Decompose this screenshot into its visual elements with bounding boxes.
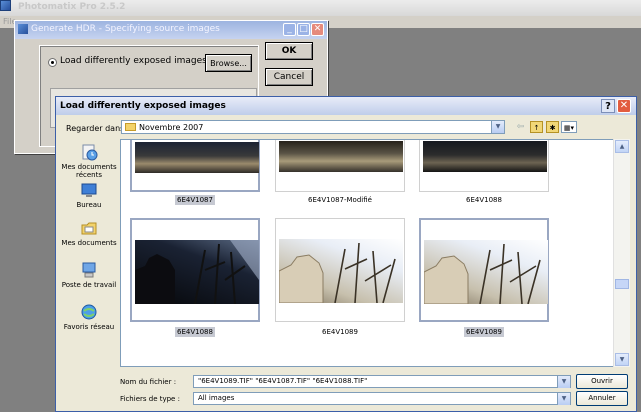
help-button[interactable]: ? bbox=[601, 99, 615, 113]
load-radio-label[interactable]: Load differently exposed images bbox=[60, 56, 207, 66]
thumbnail-frame bbox=[419, 218, 549, 322]
network-places-icon bbox=[81, 304, 97, 320]
place-label: Favoris réseau bbox=[63, 323, 115, 331]
close-icon[interactable]: ✕ bbox=[311, 23, 324, 36]
look-in-value: Novembre 2007 bbox=[139, 123, 204, 132]
load-radio[interactable] bbox=[48, 58, 57, 67]
thumbnail-frame bbox=[130, 218, 260, 322]
desktop-icon bbox=[81, 183, 97, 197]
place-desktop[interactable]: Bureau bbox=[60, 181, 118, 209]
thumbnail-frame bbox=[419, 140, 549, 192]
places-bar: Mes documents récents Bureau Mes documen… bbox=[60, 139, 118, 369]
place-recent-documents[interactable]: Mes documents récents bbox=[60, 143, 118, 179]
file-tile[interactable]: 6E4V1089 bbox=[419, 218, 549, 342]
load-dialog-title: Load differently exposed images bbox=[60, 101, 226, 111]
file-tile[interactable]: 6E4V1088 bbox=[130, 218, 260, 342]
thumbnail-image bbox=[423, 141, 547, 172]
folder-icon bbox=[125, 123, 136, 131]
place-label: Poste de travail bbox=[61, 281, 117, 289]
thumbnail-image bbox=[279, 141, 403, 172]
file-tile[interactable]: 6E4V1088 bbox=[419, 140, 549, 204]
recent-documents-icon bbox=[82, 144, 98, 161]
filename-input[interactable]: "6E4V1089.TIF" "6E4V1087.TIF" "6E4V1088.… bbox=[193, 375, 571, 388]
browse-button[interactable]: Browse... bbox=[205, 54, 252, 72]
app-title: Photomatix Pro 2.5.2 bbox=[18, 2, 126, 12]
thumbnail-frame bbox=[130, 140, 260, 192]
place-label: Mes documents bbox=[61, 239, 117, 247]
filetype-select[interactable]: All images ▼ bbox=[193, 392, 571, 405]
chevron-down-icon[interactable]: ▼ bbox=[557, 376, 570, 388]
back-arrow-icon[interactable]: ⇦ bbox=[514, 121, 527, 133]
generate-hdr-title-bar: Generate HDR - Specifying source images … bbox=[15, 21, 327, 39]
filetype-label: Fichiers de type : bbox=[120, 395, 180, 403]
place-label: Mes documents récents bbox=[61, 163, 117, 179]
file-caption: 6E4V1087-Modifié bbox=[308, 196, 372, 204]
chevron-down-icon[interactable]: ▼ bbox=[557, 393, 570, 405]
thumbnail-image bbox=[279, 239, 403, 303]
main-title-bar: Photomatix Pro 2.5.2 bbox=[0, 0, 641, 17]
place-network[interactable]: Favoris réseau bbox=[60, 303, 118, 331]
generate-hdr-title: Generate HDR - Specifying source images bbox=[31, 24, 220, 34]
place-label: Bureau bbox=[76, 201, 102, 209]
scrollbar-thumb[interactable] bbox=[615, 279, 629, 289]
vertical-scrollbar[interactable]: ▲ ▼ bbox=[613, 139, 630, 367]
place-my-computer[interactable]: Poste de travail bbox=[60, 261, 118, 289]
file-caption: 6E4V1087 bbox=[175, 195, 215, 205]
thumbnail-image bbox=[135, 142, 259, 173]
new-folder-icon[interactable]: ✱ bbox=[546, 121, 559, 133]
filename-label: Nom du fichier : bbox=[120, 378, 177, 386]
ok-button[interactable]: OK bbox=[265, 42, 313, 60]
close-button[interactable]: ✕ bbox=[617, 99, 631, 113]
look-in-select[interactable]: Novembre 2007 ▼ bbox=[121, 120, 505, 134]
scroll-up-icon[interactable]: ▲ bbox=[615, 140, 629, 153]
my-computer-icon bbox=[82, 262, 96, 278]
thumbnail-frame bbox=[275, 140, 405, 192]
filename-value: "6E4V1089.TIF" "6E4V1087.TIF" "6E4V1088.… bbox=[198, 377, 368, 385]
cancel-button[interactable]: Cancel bbox=[265, 68, 313, 86]
file-caption: 6E4V1089 bbox=[464, 327, 504, 337]
file-thumbnail-view[interactable]: 6E4V1087 6E4V1087-Modifié 6E4V1088 6E4V1… bbox=[120, 139, 629, 367]
cancel-load-button[interactable]: Annuler bbox=[576, 391, 628, 406]
scroll-down-icon[interactable]: ▼ bbox=[615, 353, 629, 366]
my-documents-icon bbox=[81, 222, 97, 235]
up-folder-icon[interactable]: ↑ bbox=[530, 121, 543, 133]
file-tile[interactable]: 6E4V1087-Modifié bbox=[275, 140, 405, 204]
place-my-documents[interactable]: Mes documents bbox=[60, 219, 118, 247]
thumbnail-image bbox=[424, 240, 548, 304]
view-menu-icon[interactable]: ▦▾ bbox=[561, 121, 577, 133]
load-dialog-title-bar: Load differently exposed images ? ✕ bbox=[56, 97, 636, 115]
app-icon bbox=[0, 0, 11, 11]
file-caption: 6E4V1088 bbox=[466, 196, 502, 204]
file-caption: 6E4V1089 bbox=[322, 328, 358, 336]
open-button[interactable]: Ouvrir bbox=[576, 374, 628, 389]
maximize-icon[interactable]: □ bbox=[297, 23, 310, 36]
thumbnail-image bbox=[135, 240, 259, 304]
thumbnail-frame bbox=[275, 218, 405, 322]
look-in-label: Regarder dans : bbox=[66, 124, 130, 133]
load-images-dialog: Load differently exposed images ? ✕ Rega… bbox=[55, 96, 637, 412]
minimize-icon[interactable]: _ bbox=[283, 23, 296, 36]
chevron-down-icon[interactable]: ▼ bbox=[491, 121, 504, 133]
file-tile[interactable]: 6E4V1087 bbox=[130, 140, 260, 205]
file-caption: 6E4V1088 bbox=[175, 327, 215, 337]
filetype-value: All images bbox=[198, 394, 235, 402]
file-tile[interactable]: 6E4V1089 bbox=[275, 218, 405, 342]
dialog-app-icon bbox=[18, 24, 28, 34]
